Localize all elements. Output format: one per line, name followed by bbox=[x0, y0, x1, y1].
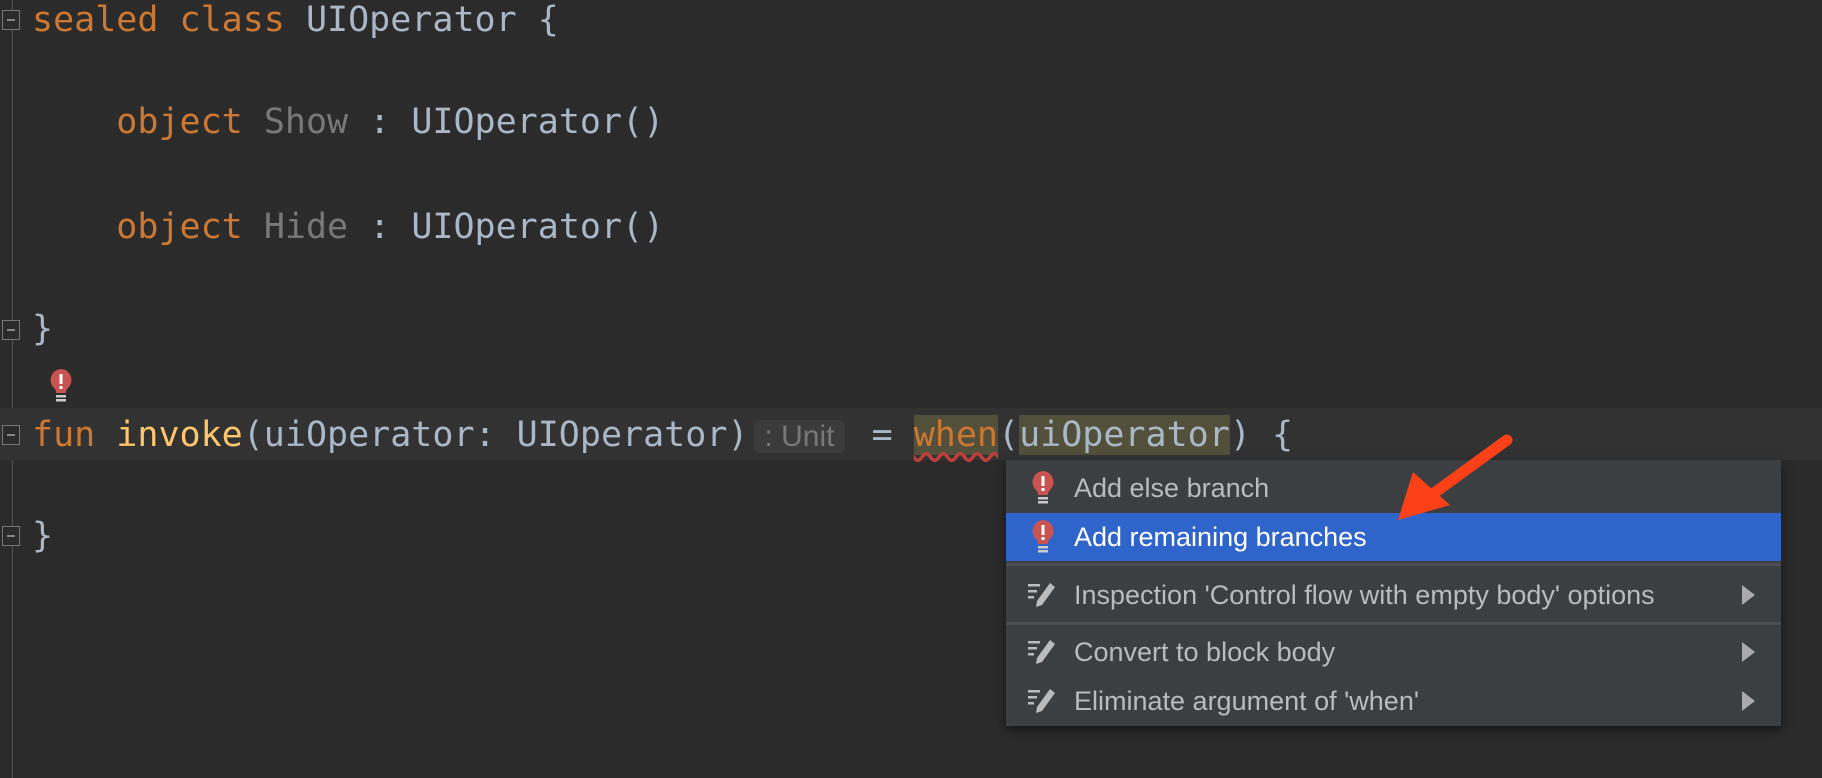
annotation-arrow-icon bbox=[1398, 434, 1513, 520]
